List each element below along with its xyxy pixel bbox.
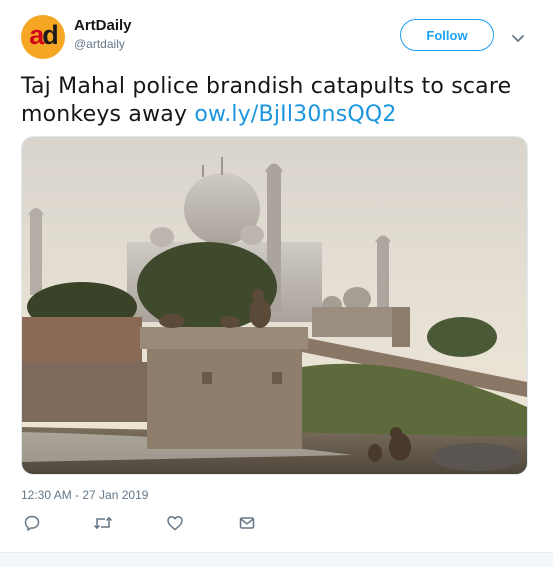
chevron-down-icon[interactable] — [509, 29, 527, 47]
tweet-text: Taj Mahal police brandish catapults to s… — [21, 73, 531, 129]
tweet-timestamp[interactable]: 12:30 AM - 27 Jan 2019 — [21, 488, 148, 502]
retweet-icon[interactable] — [92, 512, 114, 534]
card-divider — [0, 552, 553, 567]
direct-message-icon[interactable] — [236, 512, 258, 534]
tweet-photo[interactable] — [21, 136, 528, 475]
follow-button[interactable]: Follow — [400, 19, 494, 51]
tweet-card: ad ArtDaily @artdaily Follow Taj Mahal p… — [0, 0, 553, 567]
display-name[interactable]: ArtDaily — [74, 17, 132, 34]
taj-mahal-photo — [22, 137, 527, 474]
user-handle[interactable]: @artdaily — [74, 37, 125, 51]
reply-icon[interactable] — [21, 512, 43, 534]
like-icon[interactable] — [164, 512, 186, 534]
artdaily-logo: ad — [29, 20, 58, 50]
tweet-link[interactable]: ow.ly/BjIl30nsQQ2 — [194, 102, 396, 127]
avatar[interactable]: ad — [21, 15, 65, 59]
